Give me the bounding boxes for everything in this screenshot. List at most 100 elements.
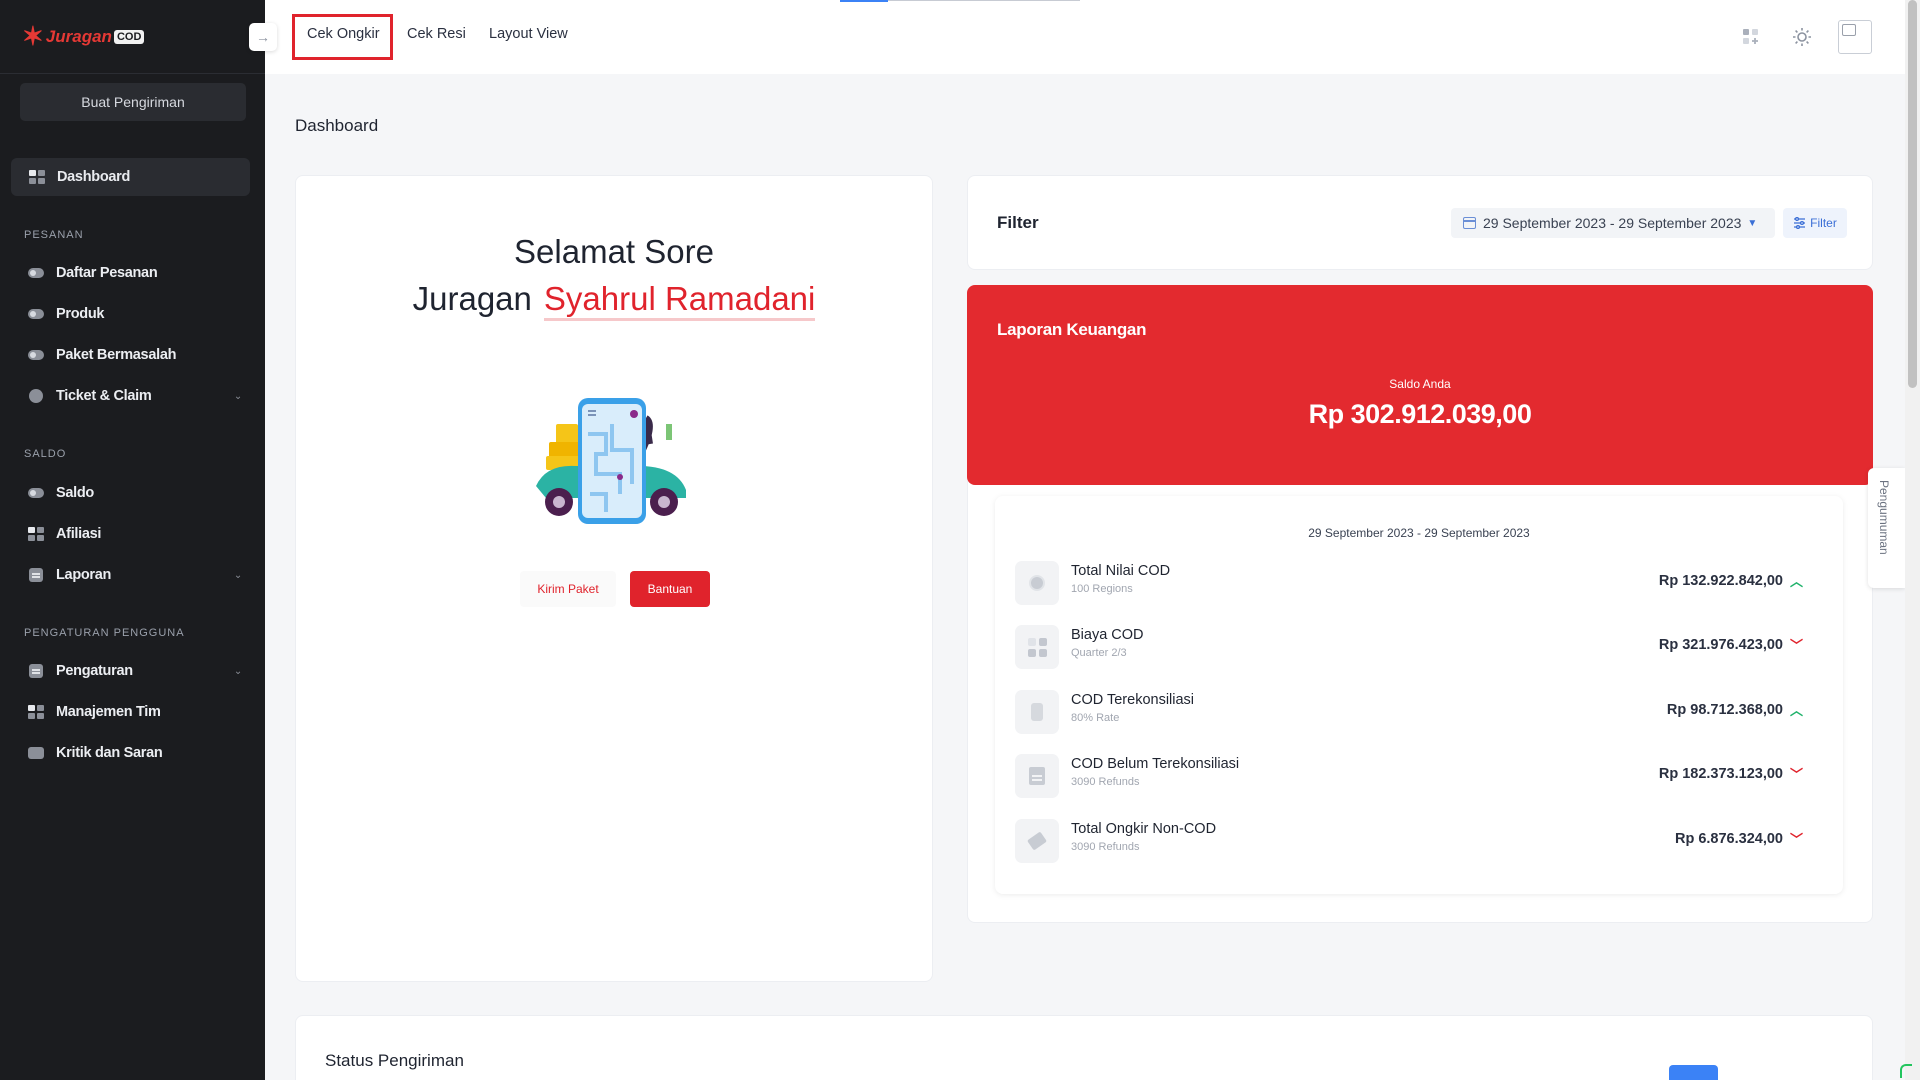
tab-cek-resi[interactable]: Cek Resi — [407, 26, 466, 42]
arrow-right-icon: → — [256, 29, 270, 45]
sidebar-item-afiliasi[interactable]: Afiliasi — [28, 522, 242, 546]
document-icon — [28, 568, 44, 582]
sidebar-item-kritik-saran[interactable]: Kritik dan Saran — [28, 741, 242, 765]
announcement-label: Pengumuman — [1877, 480, 1891, 555]
saldo-value: Rp 302.912.039,00 — [1308, 399, 1532, 429]
calendar-icon — [1463, 217, 1476, 229]
filter-title: Filter — [997, 213, 1039, 232]
dashboard-icon — [29, 170, 45, 184]
toggle-icon — [28, 307, 44, 321]
team-icon — [28, 705, 44, 719]
sun-icon[interactable] — [1791, 26, 1813, 48]
filter-button[interactable]: Filter — [1783, 208, 1847, 238]
sidebar-toggle-button[interactable]: → — [249, 23, 277, 51]
bantuan-button[interactable]: Bantuan — [630, 571, 710, 607]
sidebar: ✶ Juragan COD Buat Pengiriman Dashboard … — [0, 0, 265, 1080]
row-title: COD Terekonsiliasi — [1071, 692, 1195, 708]
chat-icon — [28, 746, 44, 760]
brand-suffix: COD — [113, 29, 145, 44]
row-subtitle: Quarter 2/3 — [1071, 647, 1127, 659]
sidebar-item-daftar-pesanan[interactable]: Daftar Pesanan — [28, 261, 242, 285]
row-value: Rp 98.712.368,00 — [1666, 702, 1783, 718]
list-item: COD Terekonsiliasi 80% Rate Rp 98.712.36… — [1015, 688, 1823, 736]
row-subtitle: 80% Rate — [1071, 712, 1120, 724]
scrollbar-thumb[interactable] — [1908, 0, 1917, 388]
row-value: Rp 321.976.423,00 — [1658, 637, 1783, 653]
list-item: Total Ongkir Non-COD 3090 Refunds Rp 6.8… — [1015, 817, 1823, 865]
phone-icon — [1015, 690, 1059, 734]
runner-logo-icon: ✶ — [22, 21, 44, 51]
sidebar-item-paket-bermasalah[interactable]: Paket Bermasalah — [28, 343, 242, 367]
pie-chart-icon — [1015, 561, 1059, 605]
finance-summary-card: Laporan Keuangan Saldo Anda Rp 302.912.0… — [967, 285, 1873, 485]
finance-range-label: 29 September 2023 - 29 September 2023 — [1308, 526, 1530, 540]
row-subtitle: 3090 Refunds — [1071, 841, 1140, 853]
chevron-up-icon: ︿ — [1789, 703, 1803, 718]
sidebar-item-produk[interactable]: Produk — [28, 302, 242, 326]
status-tab-active[interactable] — [1669, 1065, 1718, 1080]
grid-icon — [1015, 625, 1059, 669]
sidebar-item-label: Manajemen Tim — [56, 704, 161, 720]
row-title: Biaya COD — [1071, 627, 1144, 643]
loading-indicator — [840, 0, 888, 2]
sidebar-item-label: Daftar Pesanan — [56, 265, 158, 281]
toggle-icon — [28, 266, 44, 280]
sidebar-item-label: Pengaturan — [56, 663, 133, 679]
sidebar-item-label: Saldo — [56, 485, 94, 501]
document-icon — [1015, 754, 1059, 798]
grid-plus-icon[interactable] — [1740, 26, 1762, 48]
sidebar-item-label: Ticket & Claim — [56, 388, 152, 404]
chevron-down-icon: ﹀ — [1789, 767, 1803, 782]
sidebar-item-label: Produk — [56, 306, 105, 322]
settings-icon — [28, 664, 44, 678]
page-scrollbar[interactable] — [1905, 0, 1920, 1080]
chevron-down-icon: ﹀ — [1789, 832, 1803, 847]
tag-icon — [1015, 819, 1059, 863]
announcement-tab[interactable]: Pengumuman — [1868, 468, 1905, 588]
toggle-icon — [28, 486, 44, 500]
sliders-icon — [1794, 217, 1806, 229]
brand-logo[interactable]: ✶ Juragan COD — [0, 0, 265, 74]
toggle-icon — [28, 348, 44, 362]
row-subtitle: 100 Regions — [1071, 583, 1133, 595]
filter-card: Filter 29 September 2023 - 29 September … — [967, 175, 1873, 270]
list-item: Total Nilai COD 100 Regions Rp 132.922.8… — [1015, 559, 1823, 607]
sidebar-item-label: Kritik dan Saran — [56, 745, 163, 761]
sidebar-item-pengaturan[interactable]: Pengaturan ⌄ — [28, 659, 242, 683]
row-title: Total Nilai COD — [1071, 563, 1171, 579]
row-title: Total Ongkir Non-COD — [1071, 821, 1217, 837]
finance-title: Laporan Keuangan — [997, 320, 1147, 339]
greeting-text: Selamat Sore — [514, 233, 714, 270]
sidebar-item-laporan[interactable]: Laporan ⌄ — [28, 563, 242, 587]
user-icon — [28, 389, 44, 403]
page-title: Dashboard — [295, 116, 379, 135]
sidebar-item-label: Afiliasi — [56, 526, 102, 542]
section-title-saldo: SALDO — [24, 448, 67, 460]
apps-icon — [28, 527, 44, 541]
sidebar-item-label: Dashboard — [57, 169, 131, 185]
sidebar-item-saldo[interactable]: Saldo — [28, 481, 242, 505]
section-title-pengaturan-pengguna: PENGATURAN PENGGUNA — [24, 627, 185, 639]
loading-track — [888, 0, 1080, 1]
tab-layout-view[interactable]: Layout View — [489, 26, 568, 42]
date-range-value: 29 September 2023 - 29 September 2023 — [1483, 215, 1742, 231]
kirim-paket-button[interactable]: Kirim Paket — [520, 571, 616, 607]
chevron-down-icon: ⌄ — [233, 390, 242, 402]
saldo-label: Saldo Anda — [1389, 377, 1451, 391]
chevron-down-icon: ﹀ — [1789, 638, 1803, 653]
sidebar-item-dashboard[interactable]: Dashboard — [11, 158, 250, 196]
user-name: Syahrul Ramadani — [543, 280, 816, 321]
date-range-picker[interactable]: 29 September 2023 - 29 September 2023 ▼ — [1451, 208, 1775, 238]
delivery-scooter-illustration — [536, 398, 686, 524]
create-shipment-button[interactable]: Buat Pengiriman — [20, 83, 246, 121]
avatar[interactable] — [1838, 20, 1872, 54]
brand-name: Juragan — [45, 26, 112, 46]
row-value: Rp 132.922.842,00 — [1658, 573, 1783, 589]
sidebar-item-label: Paket Bermasalah — [56, 347, 177, 363]
row-title: COD Belum Terekonsiliasi — [1071, 756, 1240, 772]
sidebar-item-ticket-claim[interactable]: Ticket & Claim ⌄ — [28, 384, 242, 408]
row-value: Rp 6.876.324,00 — [1674, 831, 1783, 847]
sidebar-item-manajemen-tim[interactable]: Manajemen Tim — [28, 700, 242, 724]
status-title: Status Pengiriman — [325, 1051, 464, 1070]
tab-cek-ongkir[interactable]: Cek Ongkir — [307, 26, 380, 42]
